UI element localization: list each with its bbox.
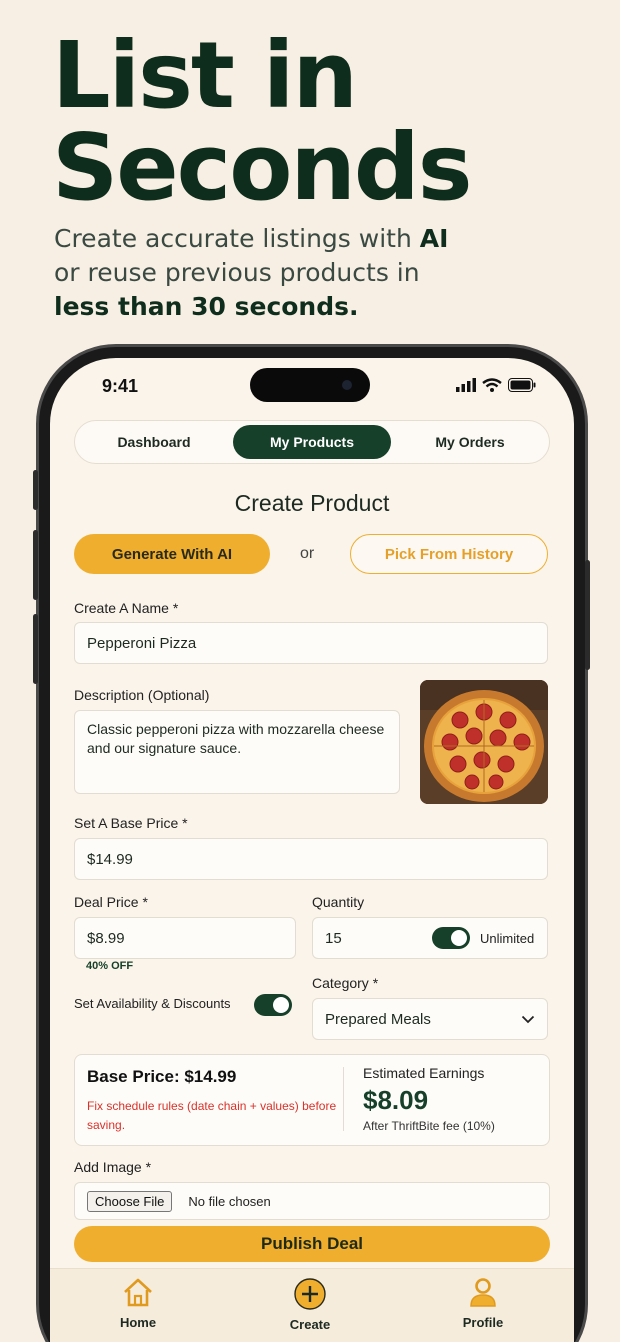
- availability-label: Set Availability & Discounts: [74, 996, 231, 1011]
- bottom-nav: Home Create Profile: [50, 1268, 574, 1342]
- estimated-earnings-value: $8.09: [363, 1085, 429, 1115]
- summary-base-price: Base Price: $14.99: [87, 1067, 237, 1086]
- no-file-text: No file chosen: [188, 1193, 271, 1209]
- price-summary-card: Base Price: $14.99 Fix schedule rules (d…: [74, 1054, 550, 1146]
- phone-volume-down: [33, 614, 38, 684]
- hero-title: List in Seconds: [52, 22, 473, 221]
- unlimited-toggle[interactable]: [432, 927, 470, 949]
- name-label: Create A Name *: [74, 600, 179, 616]
- chevron-down-icon: [521, 1015, 535, 1023]
- publish-deal-button[interactable]: Publish Deal: [74, 1226, 550, 1262]
- name-field[interactable]: Pepperoni Pizza: [74, 622, 548, 664]
- hero-title-line1: List in: [52, 22, 358, 129]
- nav-profile[interactable]: Profile: [433, 1277, 533, 1330]
- status-icons: [456, 378, 536, 392]
- tab-my-orders[interactable]: My Orders: [395, 425, 545, 459]
- nav-create-label: Create: [289, 1317, 331, 1332]
- discount-badge: 40% OFF: [86, 960, 134, 972]
- quantity-value: 15: [325, 929, 342, 947]
- dynamic-island: [250, 368, 370, 402]
- unlimited-label: Unlimited: [480, 931, 535, 946]
- tab-dashboard[interactable]: Dashboard: [79, 425, 229, 459]
- phone-power-button: [585, 560, 590, 670]
- fee-note: After ThriftBite fee (10%): [363, 1119, 495, 1133]
- estimated-earnings-label: Estimated Earnings: [363, 1065, 485, 1081]
- product-image: [420, 680, 548, 804]
- tab-my-products[interactable]: My Products: [233, 425, 391, 459]
- summary-divider: [343, 1067, 344, 1131]
- hero-title-line2: Seconds: [52, 114, 473, 221]
- hero-subtitle: Create accurate listings with AI or reus…: [54, 224, 449, 321]
- battery-icon: [508, 378, 536, 392]
- phone-volume-up: [33, 530, 38, 600]
- nav-profile-label: Profile: [462, 1315, 504, 1330]
- deal-price-field[interactable]: $8.99: [74, 917, 296, 959]
- schedule-warning: Fix schedule rules (date chain + values)…: [87, 1099, 337, 1132]
- category-select[interactable]: Prepared Meals: [312, 998, 548, 1040]
- nav-create[interactable]: Create: [260, 1277, 360, 1332]
- category-value: Prepared Meals: [325, 1010, 431, 1028]
- add-image-label: Add Image *: [74, 1159, 152, 1175]
- deal-price-label: Deal Price *: [74, 894, 148, 910]
- wifi-icon: [482, 378, 502, 392]
- generate-with-ai-button[interactable]: Generate With AI: [74, 534, 270, 574]
- base-price-label: Set A Base Price *: [74, 815, 188, 831]
- phone-screen: 9:41 Dashboard My Products My Orders Cre…: [50, 358, 574, 1342]
- status-time: 9:41: [102, 376, 139, 396]
- camera-icon: [342, 380, 352, 390]
- pick-from-history-button[interactable]: Pick From History: [350, 534, 548, 574]
- choose-file-button[interactable]: Choose File: [87, 1190, 173, 1212]
- quantity-label: Quantity: [312, 894, 365, 910]
- signal-icon: [456, 378, 476, 392]
- availability-toggle[interactable]: [254, 994, 292, 1016]
- top-tabs: Dashboard My Products My Orders: [74, 420, 550, 464]
- base-price-field[interactable]: $14.99: [74, 838, 548, 880]
- nav-home-label: Home: [119, 1315, 157, 1330]
- person-icon: [470, 1278, 496, 1307]
- description-label: Description (Optional): [74, 687, 210, 703]
- phone-mute-switch: [33, 470, 38, 510]
- description-field[interactable]: Classic pepperoni pizza with mozzarella …: [74, 710, 400, 794]
- image-file-input: Choose File No file chosen: [74, 1182, 550, 1220]
- page-title: Create Product: [234, 490, 390, 516]
- plus-circle-icon: [294, 1278, 326, 1310]
- nav-home[interactable]: Home: [88, 1277, 188, 1330]
- home-icon: [124, 1278, 152, 1307]
- or-separator: or: [300, 545, 315, 562]
- category-label: Category *: [312, 975, 379, 991]
